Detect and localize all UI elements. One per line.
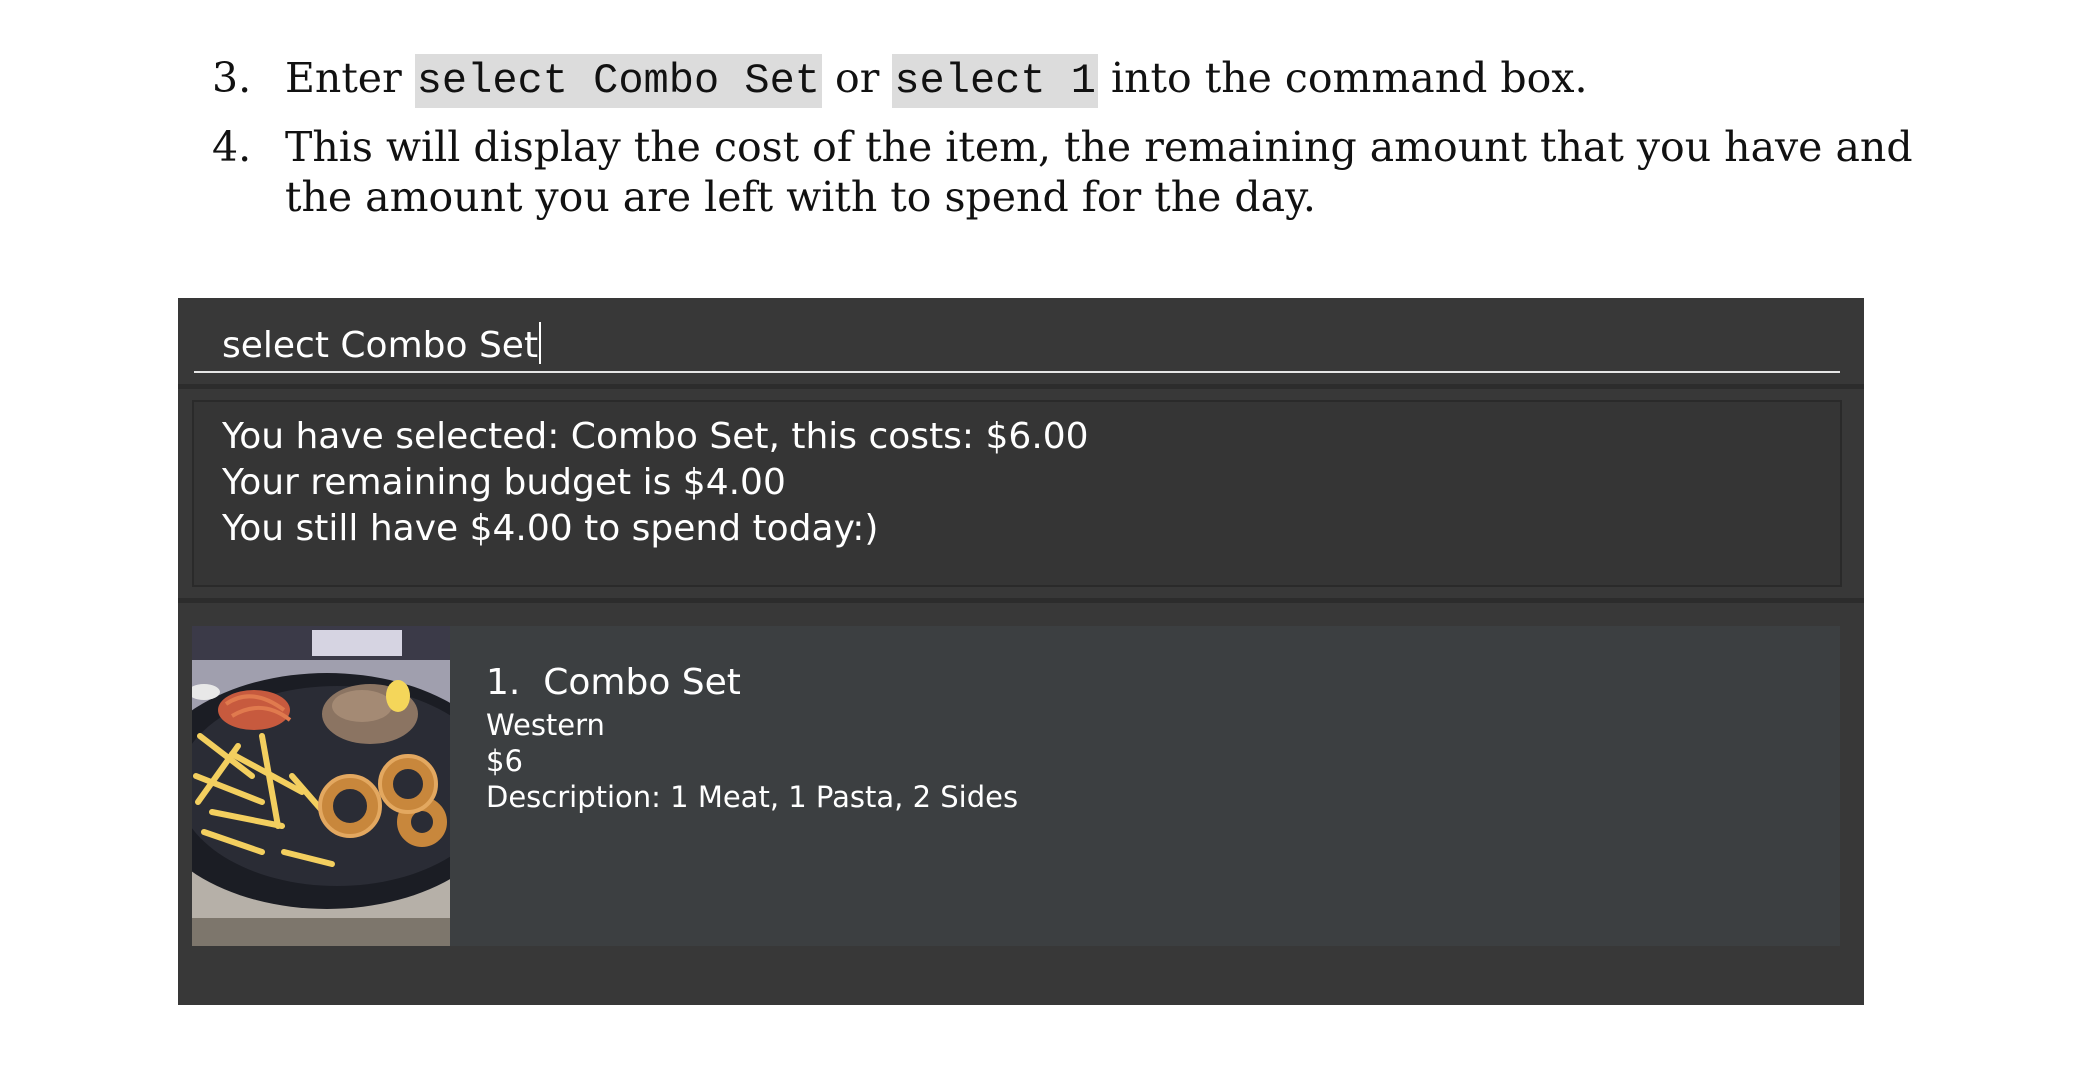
code-snippet-select-index: select 1 [892, 54, 1098, 108]
code-snippet-select-name: select Combo Set [414, 54, 822, 108]
command-text: select Combo Set [222, 325, 539, 366]
command-input[interactable]: select Combo Set [222, 322, 542, 366]
step-text-prefix: Enter [285, 54, 415, 102]
divider [178, 384, 1864, 389]
command-box[interactable]: select Combo Set [194, 308, 1840, 373]
food-photo-icon [192, 626, 450, 946]
result-line-spend-today: You still have $4.00 to spend today:) [222, 508, 879, 549]
item-title: 1. Combo Set [486, 662, 741, 703]
instruction-step-4: 4. This will display the cost of the ite… [212, 123, 1972, 221]
divider [178, 598, 1864, 603]
text-caret [539, 322, 542, 364]
item-description: Description: 1 Meat, 1 Pasta, 2 Sides [486, 780, 1019, 814]
item-cuisine: Western [486, 708, 605, 742]
result-line-remaining-budget: Your remaining budget is $4.00 [222, 462, 786, 503]
food-list-panel: 1. Combo Set Western $6 Description: 1 M… [192, 626, 1840, 946]
step-number: 3. [212, 54, 252, 102]
app-window: select Combo Set You have selected: Comb… [178, 298, 1864, 1005]
result-line-selected: You have selected: Combo Set, this costs… [222, 416, 1089, 457]
step-text-middle: or [821, 54, 893, 102]
instruction-list: 3. Enter select Combo Set or select 1 in… [212, 54, 1972, 239]
instruction-step-3: 3. Enter select Combo Set or select 1 in… [212, 54, 1972, 108]
item-price: $6 [486, 744, 523, 778]
result-display: You have selected: Combo Set, this costs… [192, 400, 1842, 587]
step-text: This will display the cost of the item, … [285, 123, 1913, 221]
step-number: 4. [212, 123, 252, 172]
step-text-suffix: into the command box. [1097, 54, 1588, 102]
